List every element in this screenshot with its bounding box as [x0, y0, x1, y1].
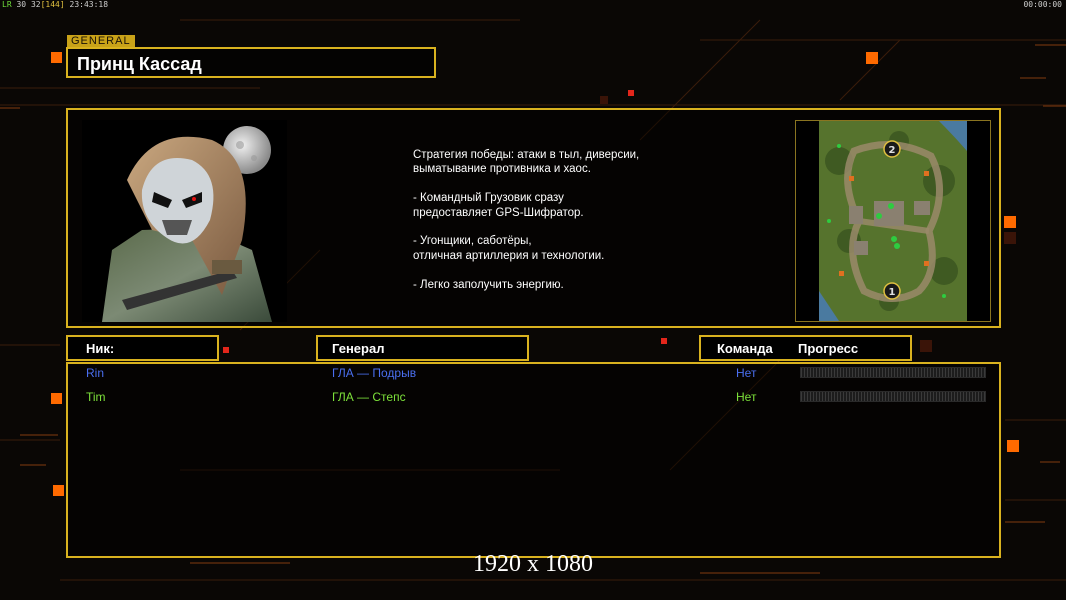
- general-portrait-image: [82, 120, 287, 322]
- resolution-label: 1920 x 1080: [473, 551, 593, 577]
- player-progress-bar: [800, 367, 986, 378]
- header-team-progress: Команда Прогресс: [699, 335, 912, 361]
- general-title-panel: Принц Кассад: [66, 47, 436, 78]
- player-row: Tim ГЛА — Степс Нет: [68, 388, 1003, 408]
- hud-stats: LR 30 32[144] 23:43:18: [2, 0, 108, 9]
- header-general: Генерал: [316, 335, 529, 361]
- hud-num2: 32: [30, 0, 41, 9]
- player-nick: Tim: [86, 390, 106, 404]
- strategy-point-1: - Командный Грузовик сразу предоставляет…: [413, 192, 584, 219]
- general-tag: GENERAL: [67, 35, 135, 47]
- general-name: Принц Кассад: [77, 54, 202, 74]
- hud-num1: 30: [16, 0, 27, 9]
- strategy-point-2: - Угонщики, саботёры, отличная артиллери…: [413, 235, 605, 262]
- strategy-description: Стратегия победы: атаки в тыл, диверсии,…: [413, 148, 733, 306]
- player-general: ГЛА — Степс: [332, 390, 406, 404]
- header-general-label: Генерал: [332, 341, 385, 356]
- minimap-panel: 2 1: [795, 120, 991, 322]
- header-progress-label: Прогресс: [798, 341, 859, 356]
- general-info-panel: Стратегия победы: атаки в тыл, диверсии,…: [66, 108, 1001, 328]
- hud-bracket: [144]: [40, 0, 65, 9]
- general-portrait: [82, 120, 287, 322]
- players-panel: Rin ГЛА — Подрыв Нет Tim ГЛА — Степс Нет: [66, 362, 1001, 558]
- player-general: ГЛА — Подрыв: [332, 366, 417, 380]
- minimap: 2 1: [819, 121, 967, 321]
- minimap-start-marker-1: 1: [889, 287, 896, 298]
- header-nick: Ник:: [66, 335, 219, 361]
- hud-timer: 00:00:00: [1023, 0, 1062, 9]
- player-row: Rin ГЛА — Подрыв Нет: [68, 364, 1003, 384]
- minimap-start-marker-2: 2: [889, 145, 896, 156]
- header-nick-label: Ник:: [86, 341, 115, 356]
- player-team: Нет: [736, 366, 757, 380]
- hud-prefix: LR: [2, 0, 12, 9]
- strategy-summary: Стратегия победы: атаки в тыл, диверсии,…: [413, 149, 640, 176]
- hud-clock: 23:43:18: [69, 0, 109, 9]
- player-team: Нет: [736, 390, 757, 404]
- strategy-point-3: - Легко заполучить энергию.: [413, 278, 564, 291]
- player-progress-bar: [800, 391, 986, 402]
- player-nick: Rin: [86, 366, 105, 380]
- header-team-label: Команда: [717, 341, 773, 356]
